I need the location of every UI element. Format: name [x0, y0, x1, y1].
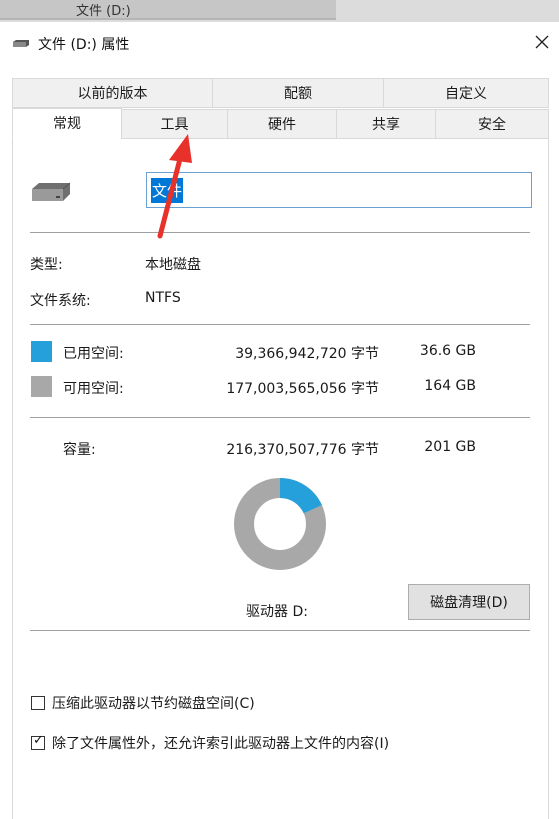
used-space-label: 已用空间:: [63, 346, 124, 362]
tab-previous-versions[interactable]: 以前的版本: [12, 78, 213, 108]
divider: [30, 232, 530, 233]
tab-sharing[interactable]: 共享: [336, 109, 436, 139]
drive-icon: [32, 182, 71, 201]
background-window-tab: [0, 0, 336, 20]
tab-customize[interactable]: 自定义: [383, 78, 549, 108]
capacity-size: 201 GB: [424, 439, 476, 455]
filesystem-value: NTFS: [145, 290, 181, 306]
used-space-swatch: [31, 341, 52, 362]
background-window-title: 文件 (D:): [76, 4, 131, 19]
compress-label[interactable]: 压缩此驱动器以节约磁盘空间(C): [52, 693, 255, 713]
disk-usage-donut: [234, 478, 326, 570]
compress-checkbox[interactable]: [31, 696, 45, 710]
tab-quota[interactable]: 配额: [212, 78, 384, 108]
index-label[interactable]: 除了文件属性外，还允许索引此驱动器上文件的内容(I): [52, 733, 389, 753]
index-checkbox[interactable]: ✓: [31, 733, 45, 750]
capacity-label: 容量:: [63, 442, 96, 458]
capacity-bytes: 216,370,507,776 字节: [226, 442, 379, 458]
tab-tools[interactable]: 工具: [121, 109, 228, 139]
type-label: 类型:: [30, 257, 63, 273]
dialog-title: 文件 (D:) 属性: [38, 37, 130, 53]
divider: [30, 630, 530, 631]
drive-name-value: 文件: [151, 177, 184, 203]
type-value: 本地磁盘: [145, 257, 201, 273]
disk-cleanup-button[interactable]: 磁盘清理(D): [408, 584, 530, 620]
free-space-swatch: [31, 376, 52, 397]
close-icon: [535, 35, 549, 49]
drive-icon: [13, 40, 29, 47]
free-space-bytes: 177,003,565,056 字节: [226, 381, 379, 397]
used-space-bytes: 39,366,942,720 字节: [235, 346, 379, 362]
free-space-size: 164 GB: [424, 378, 476, 394]
drive-name-input[interactable]: 文件: [146, 172, 532, 208]
divider: [30, 417, 530, 418]
check-mark-icon: ✓: [33, 733, 44, 748]
tab-general[interactable]: 常规: [12, 108, 122, 138]
tab-security[interactable]: 安全: [435, 109, 549, 139]
divider: [30, 324, 530, 325]
filesystem-label: 文件系统:: [30, 293, 91, 309]
drive-letter-label: 驱动器 D:: [246, 604, 308, 620]
free-space-label: 可用空间:: [63, 381, 124, 397]
tab-hardware[interactable]: 硬件: [227, 109, 337, 139]
close-button[interactable]: [526, 26, 559, 59]
used-space-size: 36.6 GB: [419, 343, 476, 359]
